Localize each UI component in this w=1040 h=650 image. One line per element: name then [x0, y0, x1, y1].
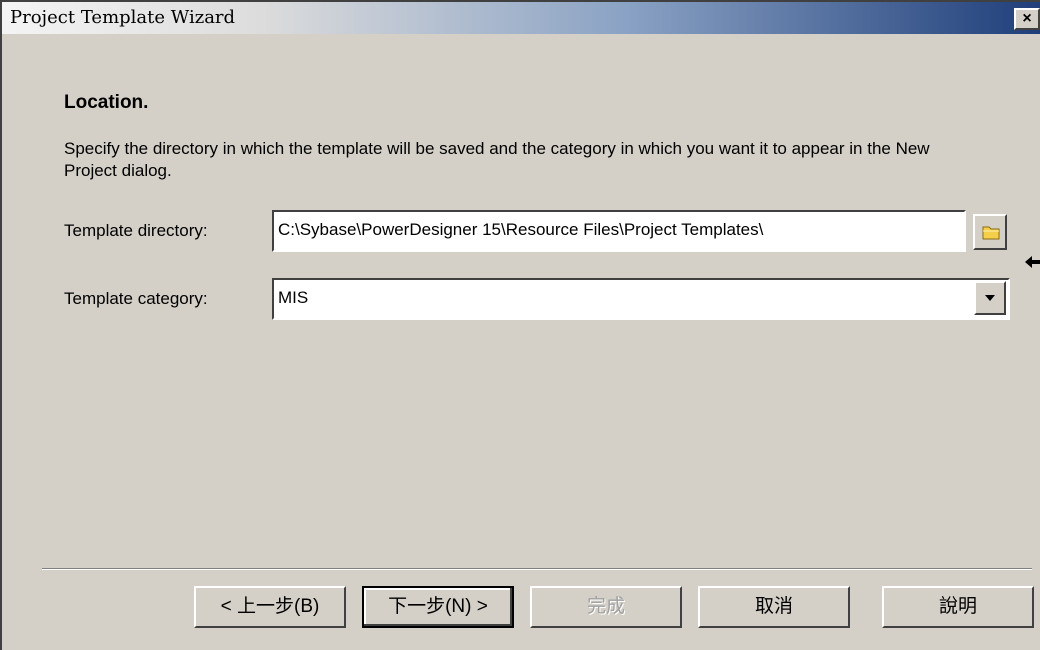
browse-directory-button[interactable]: [973, 214, 1007, 250]
cancel-button[interactable]: 取消: [698, 586, 850, 628]
button-separator: [42, 568, 1032, 570]
page-description: Specify the directory in which the templ…: [64, 139, 930, 180]
back-button[interactable]: < 上一步(B): [194, 586, 346, 628]
window-title: Project Template Wizard: [10, 7, 236, 28]
folder-icon: [982, 226, 1000, 240]
chevron-down-icon: [985, 295, 995, 301]
finish-button[interactable]: 完成: [530, 586, 682, 628]
mouse-cursor-icon: [1025, 256, 1040, 268]
page-heading: Location.: [64, 92, 149, 113]
template-directory-input[interactable]: C:\Sybase\PowerDesigner 15\Resource File…: [272, 210, 966, 252]
wizard-dialog: Project Template Wizard × Location. Spec…: [0, 0, 1040, 650]
template-category-label: Template category:: [64, 289, 208, 308]
help-button[interactable]: 說明: [882, 586, 1034, 628]
category-dropdown-button[interactable]: [974, 281, 1006, 315]
title-bar[interactable]: Project Template Wizard ×: [2, 2, 1040, 34]
close-icon: ×: [1022, 10, 1032, 27]
next-button[interactable]: 下一步(N) >: [362, 586, 514, 628]
template-category-select[interactable]: MIS: [272, 278, 1010, 320]
template-directory-label: Template directory:: [64, 221, 208, 240]
close-button[interactable]: ×: [1014, 8, 1040, 30]
